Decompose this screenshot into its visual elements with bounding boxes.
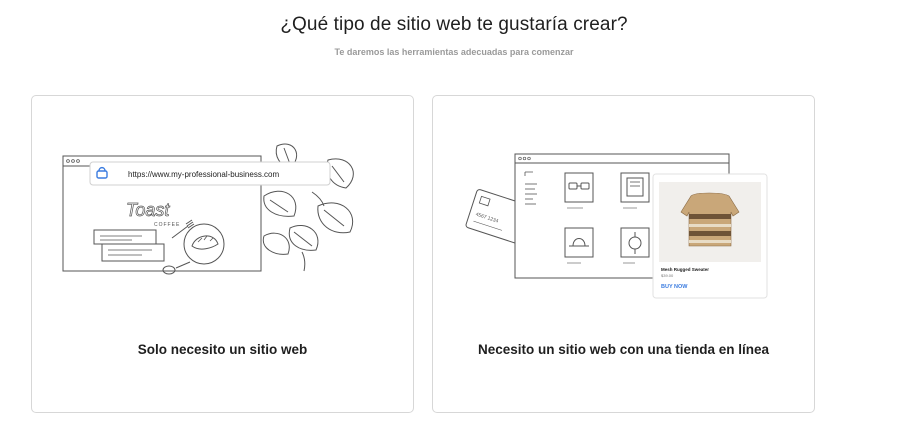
option-card-website[interactable]: https://www.my-professional-business.com…	[31, 95, 414, 413]
option-card-online-store[interactable]: 4567 1234 Mesh Rugged Sweater $39.00 BUY…	[432, 95, 815, 413]
option-label-website: Solo necesito un sitio web	[137, 342, 308, 357]
online-store-illustration: 4567 1234 Mesh Rugged Sweater $39.00 BUY…	[465, 153, 768, 299]
url-text: https://www.my-professional-business.com	[128, 170, 280, 179]
page-subtitle: Te daremos las herramientas adecuadas pa…	[334, 47, 574, 57]
sweater-image	[680, 192, 740, 247]
coffee-logo-text: COFFEE	[154, 222, 180, 228]
product-name-text: Mesh Rugged Sweater	[661, 267, 709, 272]
option-label-online-store: Necesito un sitio web con una tienda en …	[477, 342, 770, 357]
website-illustration: https://www.my-professional-business.com…	[62, 143, 354, 275]
product-price-text: $39.00	[661, 273, 674, 278]
toast-logo-text: Toast	[126, 200, 170, 220]
buy-now-text: BUY NOW	[661, 284, 688, 290]
page-title: ¿Qué tipo de sitio web te gustaría crear…	[280, 14, 628, 35]
